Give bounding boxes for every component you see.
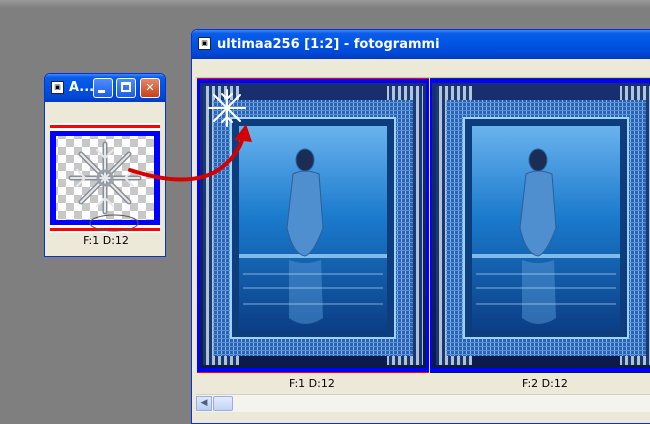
small-window-titlebar[interactable]: ▣ A... ✕ xyxy=(45,74,165,102)
close-icon: ✕ xyxy=(145,81,155,94)
animation-preview-window[interactable]: ▣ A... ✕ F:1 D:12 xyxy=(44,73,166,257)
frame-2[interactable] xyxy=(430,78,650,373)
small-window-title: A... xyxy=(69,80,95,95)
minimize-button[interactable] xyxy=(93,78,113,98)
frame-1-label: F:1 D:12 xyxy=(289,377,335,390)
app-icon: ▣ xyxy=(198,37,211,50)
frames-window[interactable]: ▣ ultimaa256 [1:2] - fotogrammi F:1 D:12… xyxy=(191,29,650,424)
frames-window-titlebar[interactable]: ▣ ultimaa256 [1:2] - fotogrammi xyxy=(192,30,650,59)
frame-2-label: F:2 D:12 xyxy=(522,377,568,390)
frames-toolbar-strip xyxy=(196,60,650,78)
frames-window-title: ultimaa256 [1:2] - fotogrammi xyxy=(217,37,440,52)
small-frame-label: F:1 D:12 xyxy=(83,234,129,247)
close-button[interactable]: ✕ xyxy=(140,78,160,98)
frame-1[interactable] xyxy=(197,78,429,373)
desktop-top xyxy=(0,0,650,8)
scrollbar-thumb[interactable] xyxy=(213,396,233,411)
maximize-button[interactable] xyxy=(116,78,136,98)
minimize-icon xyxy=(98,90,105,93)
scroll-left-icon: ◀ xyxy=(200,398,208,408)
app-icon: ▣ xyxy=(51,81,64,94)
frame-thumbnail[interactable] xyxy=(50,123,160,233)
snowflake-icon xyxy=(208,89,246,127)
maximize-icon xyxy=(121,82,131,92)
scroll-left-button[interactable]: ◀ xyxy=(196,396,212,411)
horizontal-scrollbar[interactable]: ◀ xyxy=(196,394,650,412)
